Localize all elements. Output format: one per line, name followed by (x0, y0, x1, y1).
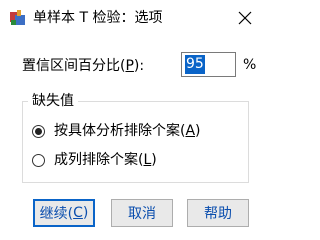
cancel-button[interactable]: 取消 (111, 199, 173, 227)
radio-label: 成列排除个案(L) (54, 152, 157, 168)
confidence-interval-input[interactable]: 95 (181, 52, 236, 77)
window-title: 单样本 T 检验：选项 (33, 10, 163, 26)
continue-button[interactable]: 继续(C) (33, 199, 95, 227)
radio-label: 按具体分析排除个案(A) (54, 123, 201, 139)
missing-values-legend: 缺失值 (28, 91, 78, 111)
radio-dot (35, 127, 42, 135)
radio-exclude-listwise[interactable]: 成列排除个案(L) (32, 150, 157, 170)
close-button[interactable] (225, 0, 265, 36)
percent-unit: % (243, 57, 257, 73)
radio-button-selected[interactable] (32, 124, 45, 138)
close-icon (238, 11, 252, 25)
radio-button[interactable] (32, 153, 45, 167)
help-button[interactable]: 帮助 (187, 199, 249, 227)
confidence-value: 95 (185, 55, 205, 74)
spss-dialog-icon (10, 10, 25, 25)
radio-exclude-analysis-by-analysis[interactable]: 按具体分析排除个案(A) (32, 121, 201, 141)
title-bar: 单样本 T 检验：选项 (0, 0, 265, 36)
missing-values-group (22, 101, 249, 183)
confidence-label: 置信区间百分比(P): (22, 58, 145, 74)
confidence-row: 置信区间百分比(P): (22, 55, 144, 77)
